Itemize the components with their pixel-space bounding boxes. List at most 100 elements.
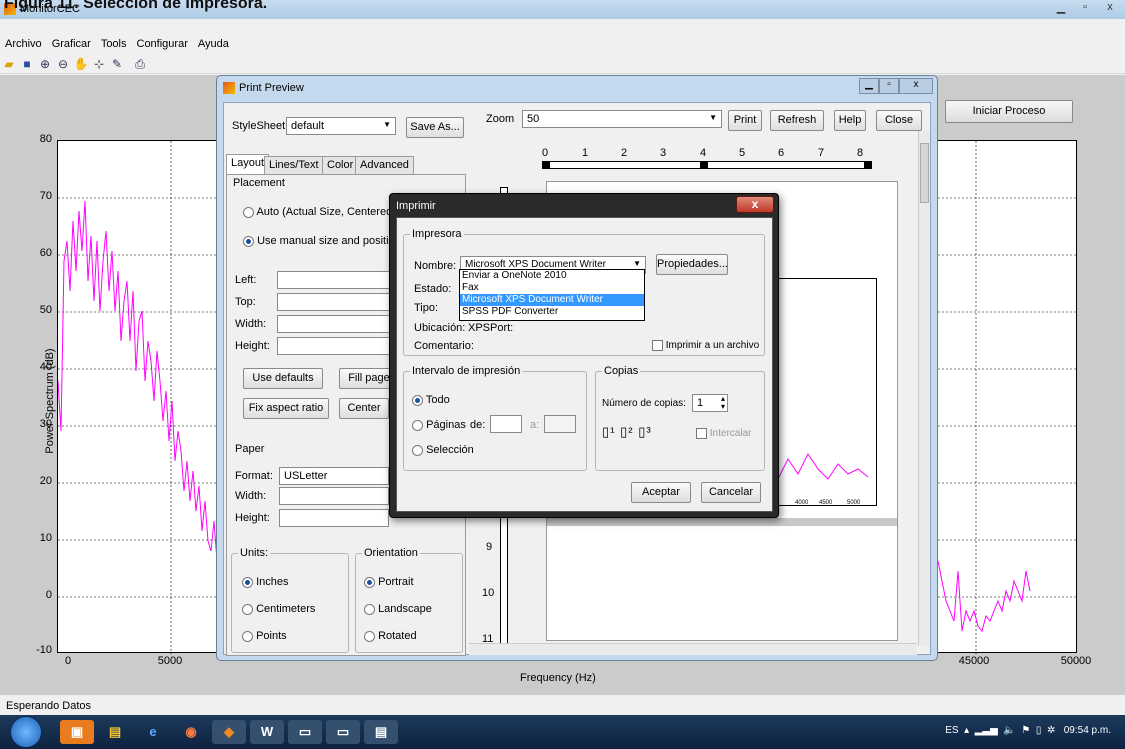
stylesheet-select[interactable]: default ▼ — [286, 117, 396, 135]
volume-icon[interactable]: 🔈 — [1003, 725, 1015, 736]
taskbar-window-icon[interactable]: ▭ — [288, 720, 322, 744]
y-tick-label: 50 — [39, 304, 52, 316]
imprimir-archivo-checkbox[interactable]: Imprimir a un archivo — [652, 340, 759, 351]
radio-icon — [364, 630, 375, 642]
aceptar-button[interactable]: Aceptar — [631, 482, 691, 503]
auto-size-radio[interactable]: Auto (Actual Size, Centered) — [243, 206, 396, 218]
print-icon[interactable]: ⎙ — [132, 56, 148, 72]
propiedades-button[interactable]: Propiedades... — [656, 254, 728, 275]
folder-icon[interactable]: ▤ — [98, 720, 132, 744]
units-label: Units: — [238, 547, 271, 559]
radio-icon — [364, 603, 375, 615]
refresh-button[interactable]: Refresh — [770, 110, 824, 131]
save-icon[interactable]: ■ — [19, 56, 35, 72]
menu-archivo[interactable]: Archivo — [0, 36, 47, 52]
data-cursor-icon[interactable]: ⊹ — [91, 56, 107, 72]
use-defaults-button[interactable]: Use defaults — [243, 368, 323, 389]
todo-radio[interactable]: Todo — [412, 394, 450, 406]
tab-color[interactable]: Color — [322, 156, 359, 174]
ruler-marker-left[interactable] — [542, 161, 550, 169]
tab-lines-text[interactable]: Lines/Text — [264, 156, 324, 174]
battery-icon[interactable]: ▯ — [1036, 725, 1042, 736]
zoom-select[interactable]: 50 ▼ — [522, 110, 722, 128]
tab-layout[interactable]: Layout — [226, 154, 270, 174]
taskbar-window-icon[interactable]: ▭ — [326, 720, 360, 744]
ruler-label: 10 — [482, 587, 495, 599]
menu-graficar[interactable]: Graficar — [47, 36, 96, 52]
points-radio[interactable]: Points — [242, 630, 287, 642]
printer-option[interactable]: Enviar a OneNote 2010 — [460, 270, 644, 282]
close-icon[interactable]: x — [1098, 1, 1122, 17]
maximize-icon[interactable]: ▫ — [1074, 1, 1096, 17]
minimize-icon[interactable]: ▁ — [859, 78, 879, 94]
language-indicator[interactable]: ES — [945, 725, 958, 736]
paper-width-input[interactable] — [279, 487, 389, 505]
pagina-hasta-input[interactable] — [544, 415, 576, 433]
units-group: Units: Inches Centimeters Points — [231, 547, 349, 653]
pagina-desde-input[interactable] — [490, 415, 522, 433]
paginas-label: Páginas — [426, 419, 466, 431]
taskbar-app-icon[interactable]: ▣ — [60, 720, 94, 744]
printer-dropdown-list: Enviar a OneNote 2010 Fax Microsoft XPS … — [459, 269, 645, 321]
iniciar-proceso-button[interactable]: Iniciar Proceso — [945, 100, 1073, 123]
pan-icon[interactable]: ✋ — [73, 56, 89, 72]
vertical-scrollbar[interactable] — [918, 131, 930, 646]
menu-configurar[interactable]: Configurar — [132, 36, 193, 52]
scrollbar-thumb[interactable] — [920, 143, 929, 203]
rotated-radio[interactable]: Rotated — [364, 630, 417, 642]
ruler-marker-mid[interactable] — [700, 161, 708, 169]
dialog-close-icon[interactable]: x — [736, 196, 774, 213]
open-folder-icon[interactable]: ▰ — [1, 56, 17, 72]
word-icon[interactable]: W — [250, 720, 284, 744]
firefox-icon[interactable]: ◉ — [174, 720, 208, 744]
brush-icon[interactable]: ✎ — [109, 56, 125, 72]
seleccion-radio[interactable]: Selección — [412, 444, 474, 456]
tab-advanced[interactable]: Advanced — [355, 156, 414, 174]
inches-radio[interactable]: Inches — [242, 576, 288, 588]
numero-copias-input[interactable]: 1 ▴ ▾ — [692, 394, 728, 412]
fix-aspect-ratio-button[interactable]: Fix aspect ratio — [243, 398, 329, 419]
portrait-radio[interactable]: Portrait — [364, 576, 414, 588]
manual-size-radio[interactable]: Use manual size and position — [243, 235, 401, 247]
print-button[interactable]: Print — [728, 110, 762, 131]
matlab-taskbar-icon[interactable]: ◆ — [212, 720, 246, 744]
auto-size-label: Auto (Actual Size, Centered) — [256, 206, 396, 218]
signal-icon[interactable]: ▂▃▅ — [975, 725, 998, 736]
printer-option-selected[interactable]: Microsoft XPS Document Writer — [460, 294, 644, 306]
taskbar-window-icon[interactable]: ▤ — [364, 720, 398, 744]
format-select[interactable]: USLetter — [279, 467, 389, 485]
zoom-in-icon[interactable]: ⊕ — [37, 56, 53, 72]
close-button[interactable]: Close — [876, 110, 922, 131]
horizontal-scrollbar[interactable] — [469, 643, 917, 655]
save-as-button[interactable]: Save As... — [406, 117, 464, 138]
printer-option[interactable]: Fax — [460, 282, 644, 294]
printer-option[interactable]: SPSS PDF Converter — [460, 306, 644, 318]
spinner-icon[interactable]: ▴ ▾ — [721, 395, 725, 411]
cancelar-button[interactable]: Cancelar — [701, 482, 761, 503]
minimize-icon[interactable]: ▁ — [1050, 1, 1072, 17]
help-button[interactable]: Help — [834, 110, 866, 131]
flag-icon[interactable]: ⚑ — [1021, 725, 1030, 736]
placement-label: Placement — [233, 177, 285, 189]
ie-icon[interactable]: e — [136, 720, 170, 744]
ruler-marker-right[interactable] — [864, 161, 872, 169]
imprimir-dialog: Imprimir x Impresora Nombre: Microsoft X… — [389, 193, 779, 518]
paginas-radio[interactable]: Páginas — [412, 419, 466, 431]
landscape-radio[interactable]: Landscape — [364, 603, 432, 615]
close-icon[interactable]: x — [899, 78, 933, 94]
paper-height-input[interactable] — [279, 509, 389, 527]
zoom-out-icon[interactable]: ⊖ — [55, 56, 71, 72]
maximize-icon[interactable]: ▫ — [879, 78, 899, 94]
menu-ayuda[interactable]: Ayuda — [193, 36, 234, 52]
left-label: Left: — [235, 274, 257, 286]
intercalar-checkbox[interactable]: Intercalar — [696, 428, 751, 439]
menu-tools[interactable]: Tools — [96, 36, 132, 52]
paper-label: Paper — [235, 443, 265, 455]
start-button[interactable] — [10, 716, 42, 748]
chevron-down-icon: ▼ — [633, 259, 641, 268]
center-button[interactable]: Center — [339, 398, 389, 419]
centimeters-radio[interactable]: Centimeters — [242, 603, 315, 615]
network-icon[interactable]: ✲ — [1047, 725, 1055, 736]
preview-tick: 5000 — [847, 500, 861, 506]
ruler-label: 1 — [582, 147, 589, 159]
